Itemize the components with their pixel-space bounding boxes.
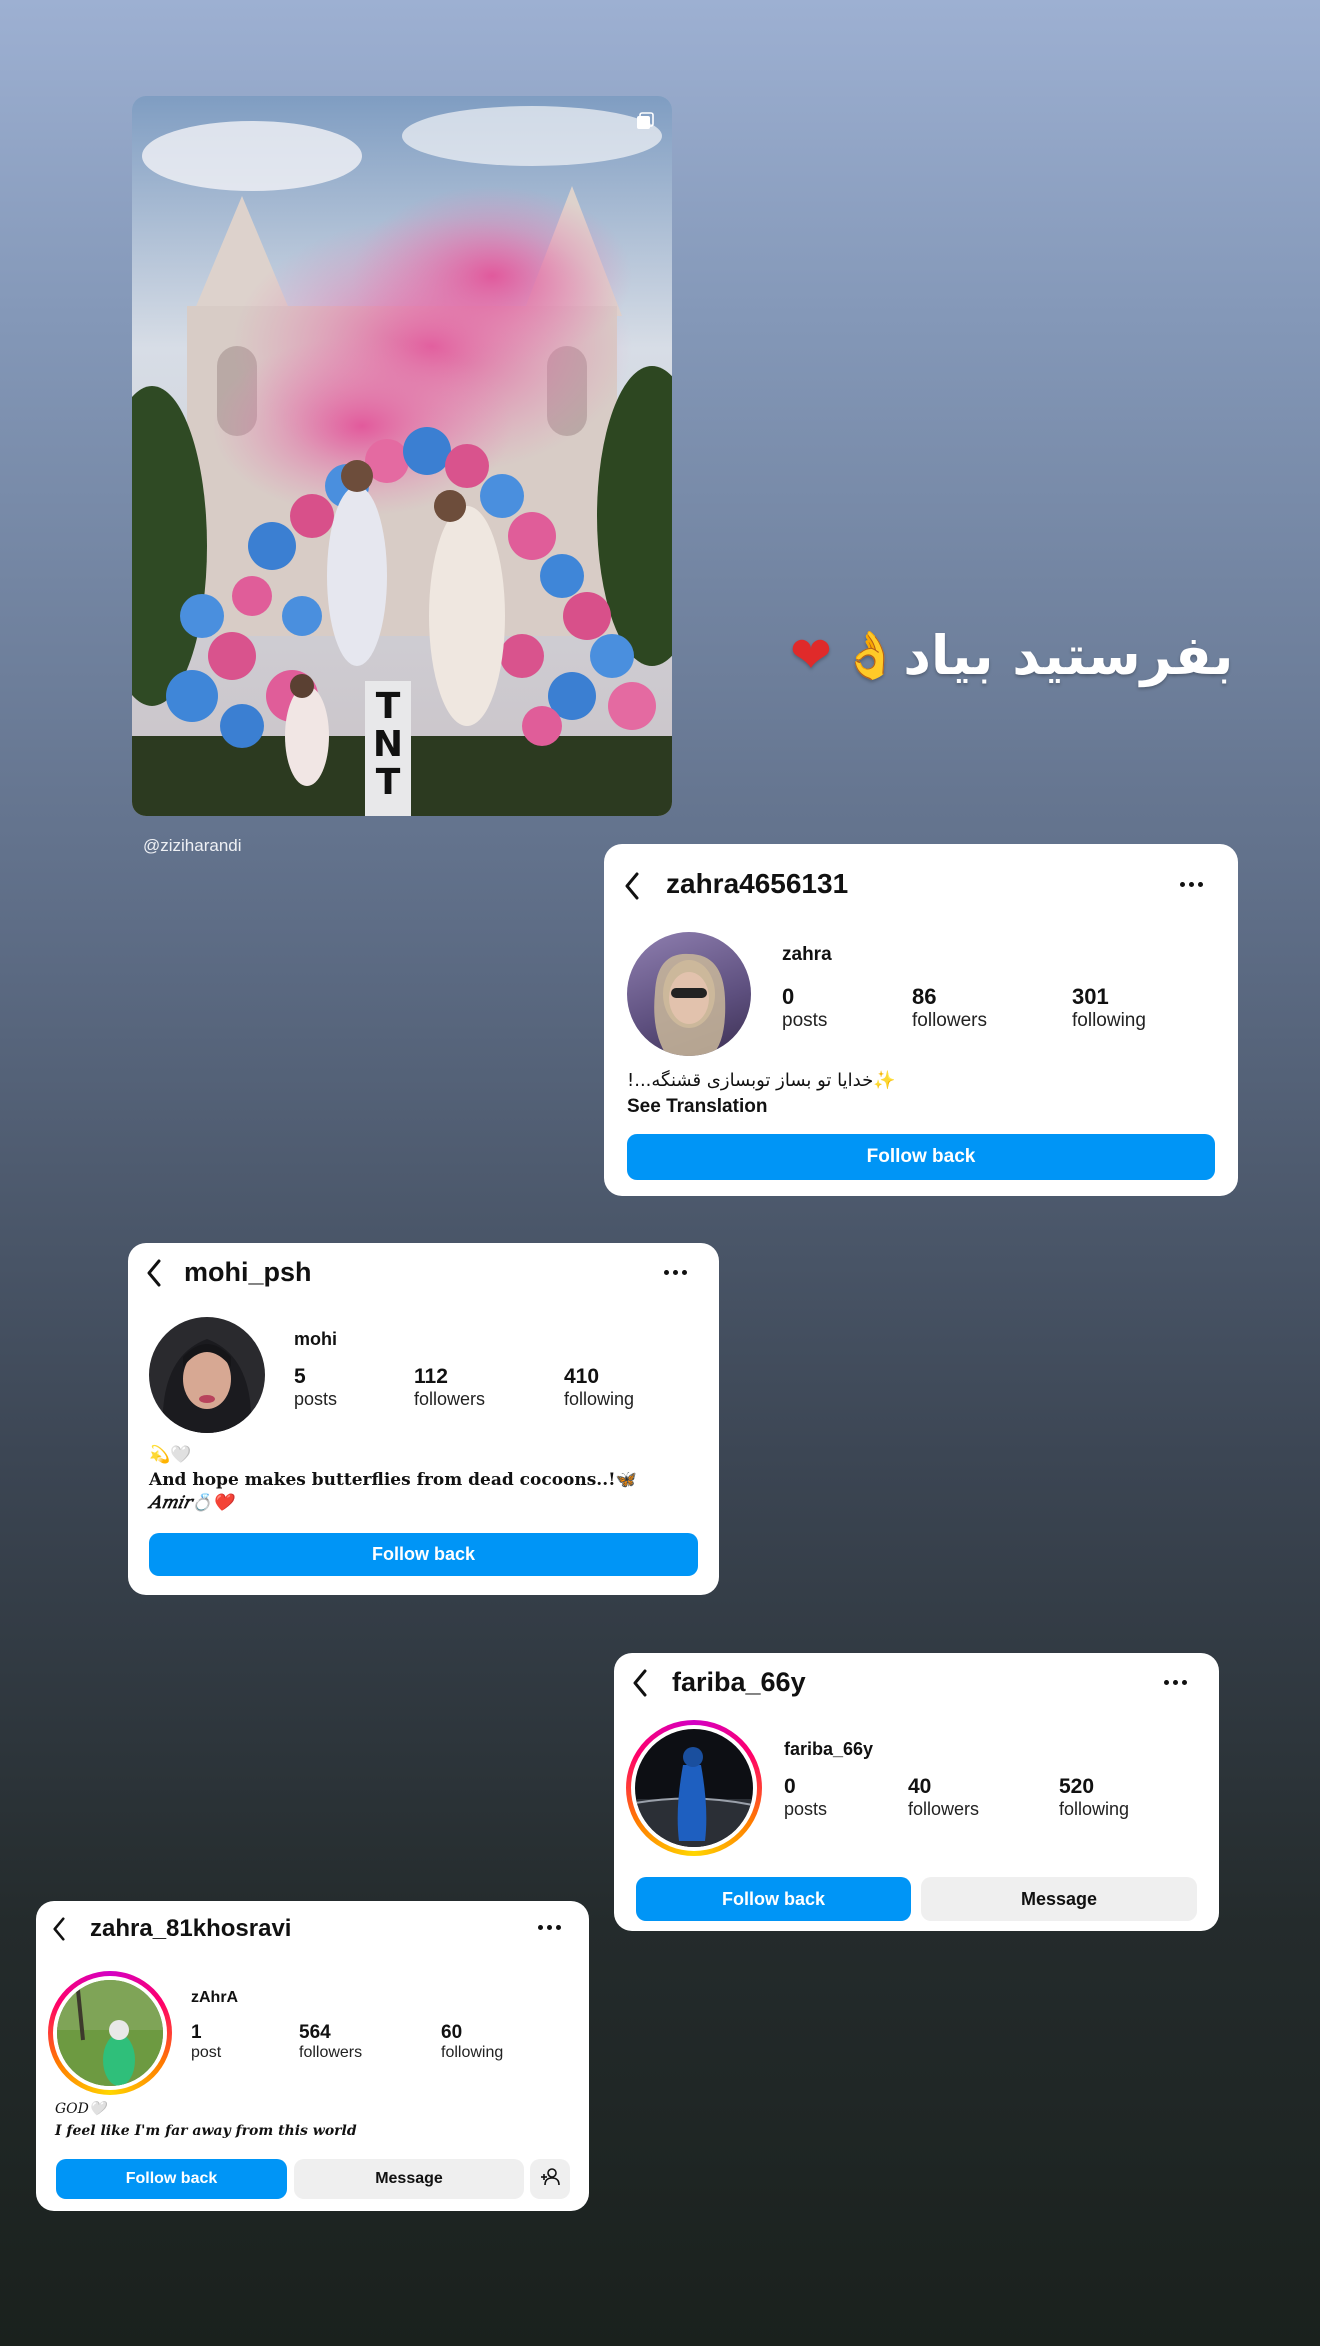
bio-text: ✨خدایا تو بساز توبسازی قشنگه...! — [627, 1070, 896, 1091]
display-name: zahra — [782, 944, 832, 965]
posts-count: 0 — [784, 1775, 796, 1798]
followers-stat[interactable]: 564 followers — [299, 2022, 362, 2062]
story-text-overlay: بفرستید بیاد 👌 ❤ — [790, 610, 1240, 700]
profile-username: zahra4656131 — [666, 868, 849, 899]
posts-count: 5 — [294, 1365, 306, 1388]
more-dots-icon[interactable] — [1180, 882, 1203, 887]
profile-username: fariba_66y — [672, 1667, 806, 1697]
bio-emoji-line: 💫🤍 — [149, 1445, 192, 1465]
follow-back-button[interactable]: Follow back — [56, 2159, 287, 2199]
display-name: fariba_66y — [784, 1739, 874, 1759]
story-ring[interactable] — [626, 1720, 762, 1856]
posts-label: posts — [784, 1799, 828, 1819]
profile-card-mohi_psh[interactable]: mohi_psh mohi 5 posts 112 followers 410 … — [128, 1243, 719, 1595]
bio-text: And hope makes butterflies from dead coc… — [149, 1470, 637, 1490]
followers-label: followers — [414, 1389, 486, 1409]
following-stat[interactable]: 410 following — [564, 1365, 634, 1410]
following-stat[interactable]: 60 following — [441, 2022, 503, 2062]
add-person-icon — [540, 2167, 560, 2191]
chevron-left-icon[interactable] — [146, 1259, 162, 1292]
message-button[interactable]: Message — [921, 1877, 1197, 1921]
profile-card-fariba_66y[interactable]: fariba_66y fariba_66y 0 posts 40 followe… — [614, 1653, 1219, 1931]
posts-stat[interactable]: 1 post — [191, 2022, 221, 2062]
posts-count: 0 — [782, 984, 795, 1009]
more-dots-icon[interactable] — [1164, 1680, 1187, 1685]
profile-card-zahra4656131[interactable]: zahra4656131 zahra 0 posts 86 followers … — [604, 844, 1238, 1196]
following-count: 301 — [1072, 984, 1109, 1009]
avatar[interactable] — [57, 1980, 163, 2086]
profile-username: mohi_psh — [184, 1257, 312, 1287]
following-stat[interactable]: 301 following — [1072, 984, 1146, 1032]
posts-label: post — [191, 2044, 222, 2061]
followers-count: 112 — [414, 1365, 448, 1388]
pinched-hand-icon: 👌 — [841, 627, 900, 682]
follow-back-button[interactable]: Follow back — [627, 1134, 1215, 1180]
posts-stat[interactable]: 0 posts — [784, 1775, 827, 1820]
following-label: following — [1072, 1010, 1146, 1031]
posts-stat[interactable]: 0 posts — [782, 984, 827, 1032]
posts-label: posts — [782, 1010, 828, 1031]
photo-credit[interactable]: @ziziharandi — [143, 836, 242, 856]
story-ring[interactable] — [48, 1971, 172, 2095]
follow-back-button[interactable]: Follow back — [636, 1877, 911, 1921]
followers-label: followers — [912, 1010, 987, 1031]
followers-count: 86 — [912, 984, 937, 1009]
chevron-left-icon[interactable] — [52, 1917, 66, 1946]
add-person-button[interactable] — [530, 2159, 570, 2199]
following-count: 60 — [441, 2022, 463, 2043]
more-dots-icon[interactable] — [664, 1270, 687, 1275]
bio-text: I feel like I'm far away from this world — [55, 2123, 357, 2139]
heart-icon: ❤ — [790, 626, 832, 684]
profile-card-zahra_81khosravi[interactable]: zahra_81khosravi zAhrA 1 post 564 follow… — [36, 1901, 589, 2211]
posts-stat[interactable]: 5 posts — [294, 1365, 337, 1410]
posts-count: 1 — [191, 2022, 202, 2043]
profile-username: zahra_81khosravi — [90, 1915, 292, 1942]
followers-label: followers — [908, 1799, 980, 1819]
following-label: following — [1059, 1799, 1130, 1819]
following-stat[interactable]: 520 following — [1059, 1775, 1129, 1820]
avatar[interactable] — [627, 932, 751, 1056]
following-count: 410 — [564, 1365, 600, 1388]
post-photo[interactable]: TNT — [132, 96, 672, 816]
bio-line-god: GOD🤍 — [55, 2101, 107, 2117]
followers-stat[interactable]: 86 followers — [912, 984, 987, 1032]
display-name: zAhrA — [191, 1989, 239, 2006]
follow-back-button[interactable]: Follow back — [149, 1533, 698, 1576]
posts-label: posts — [294, 1389, 338, 1409]
display-name: mohi — [294, 1329, 337, 1349]
carousel-icon — [636, 112, 654, 130]
message-button[interactable]: Message — [294, 2159, 524, 2199]
chevron-left-icon[interactable] — [624, 872, 640, 905]
followers-count: 40 — [908, 1775, 932, 1798]
avatar[interactable] — [149, 1317, 265, 1433]
followers-stat[interactable]: 112 followers — [414, 1365, 485, 1410]
following-label: following — [441, 2044, 504, 2061]
see-translation-link[interactable]: See Translation — [627, 1096, 767, 1118]
tnt-sign-text: TNT — [372, 686, 404, 803]
chevron-left-icon[interactable] — [632, 1669, 648, 1702]
followers-label: followers — [299, 2044, 363, 2061]
more-dots-icon[interactable] — [538, 1925, 561, 1930]
followers-count: 564 — [299, 2022, 331, 2043]
story-text: بفرستید بیاد — [903, 623, 1234, 687]
avatar[interactable] — [635, 1729, 753, 1847]
followers-stat[interactable]: 40 followers — [908, 1775, 979, 1820]
following-count: 520 — [1059, 1775, 1095, 1798]
bio-signature: 𝐴𝑚𝑖𝑟💍❤️ — [149, 1493, 234, 1513]
following-label: following — [564, 1389, 635, 1409]
